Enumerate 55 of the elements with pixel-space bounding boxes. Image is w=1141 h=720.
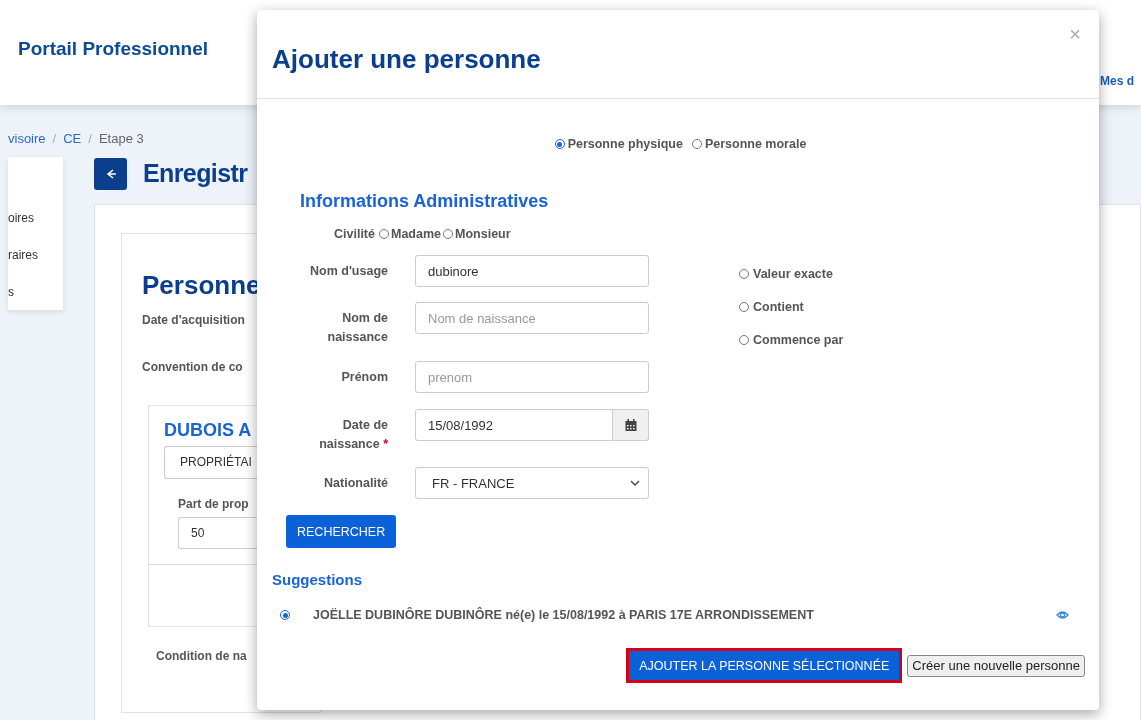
field-label: Date d'acquisition (142, 313, 246, 329)
breadcrumb-link[interactable]: CE (63, 131, 82, 151)
menu-item[interactable]: raires (8, 247, 63, 284)
breadcrumb-current: Etape 3 (98, 131, 144, 148)
breadcrumb-separator: / (52, 131, 57, 148)
calendar-button[interactable] (613, 409, 649, 441)
radio-button[interactable] (443, 229, 454, 239)
calendar-icon (624, 419, 637, 431)
owner-name: DUBOIS A (164, 420, 253, 442)
field-label: Date de naissance * (318, 417, 388, 453)
field-label: Convention de co (142, 360, 244, 376)
text-field[interactable]: prenom (415, 361, 649, 393)
radio-label[interactable]: Commence par (753, 332, 844, 347)
select-field[interactable]: FR - FRANCE (415, 467, 649, 499)
radio-label[interactable]: Personne morale (704, 137, 807, 151)
create-button[interactable]: Créer une nouvelle personne (907, 654, 1085, 677)
text-field[interactable]: dubinore (415, 255, 649, 287)
field-label: Nom de naissance (326, 310, 388, 346)
back-button[interactable] (94, 157, 127, 190)
radio-button[interactable] (739, 334, 749, 345)
radio-button[interactable] (379, 229, 389, 239)
date-field[interactable]: 15/08/1992 (415, 409, 613, 441)
menu-item[interactable]: oires (8, 210, 63, 247)
add-button[interactable]: AJOUTER LA PERSONNE SÉLECTIONNÉE (626, 648, 903, 683)
radio-label[interactable]: Valeur exacte (753, 266, 833, 281)
radio-button[interactable] (280, 610, 290, 620)
radio-button[interactable] (691, 139, 702, 149)
section-title: Informations Administratives (300, 191, 550, 212)
arrow-left-icon (104, 166, 117, 181)
menu-item[interactable]: s (8, 284, 63, 321)
radio-button[interactable] (739, 268, 749, 279)
breadcrumb-link[interactable]: visoire (8, 131, 46, 151)
radio-label[interactable]: Monsieur (455, 227, 511, 241)
radio-button[interactable] (554, 139, 565, 149)
field-label: Nom d'usage (309, 263, 388, 280)
radio-label[interactable]: Madame (391, 227, 442, 241)
field-label: Part de prop (178, 497, 250, 511)
field-label: Civilité (334, 227, 375, 241)
search-button[interactable]: RECHERCHER (286, 515, 397, 548)
suggestion-text[interactable]: JOËLLE DUBINÔRE DUBINÔRE né(e) le 15/08/1992 à PARIS 17E ARRONDISSEMENT (313, 608, 1056, 622)
page-title: Enregistr (143, 159, 248, 188)
text-field[interactable]: Nom de naissance (415, 302, 649, 334)
eye-icon (1056, 609, 1069, 621)
field-label: Condition de na (156, 649, 248, 665)
radio-label[interactable]: Contient (753, 299, 804, 314)
section-title: Suggestions (272, 571, 363, 588)
dialog-title: Ajouter une personne (272, 44, 541, 75)
radio-label[interactable]: Personne physique (567, 137, 683, 151)
radio-button[interactable] (739, 301, 749, 312)
nav-link[interactable]: Mes d (1100, 74, 1141, 88)
chevron-down-icon (630, 479, 640, 487)
breadcrumb-separator: / (88, 131, 92, 148)
brand-title[interactable]: Portail Professionnel (18, 38, 209, 60)
field-label: Nationalité (323, 475, 388, 492)
field-label: Prénom (340, 369, 388, 386)
